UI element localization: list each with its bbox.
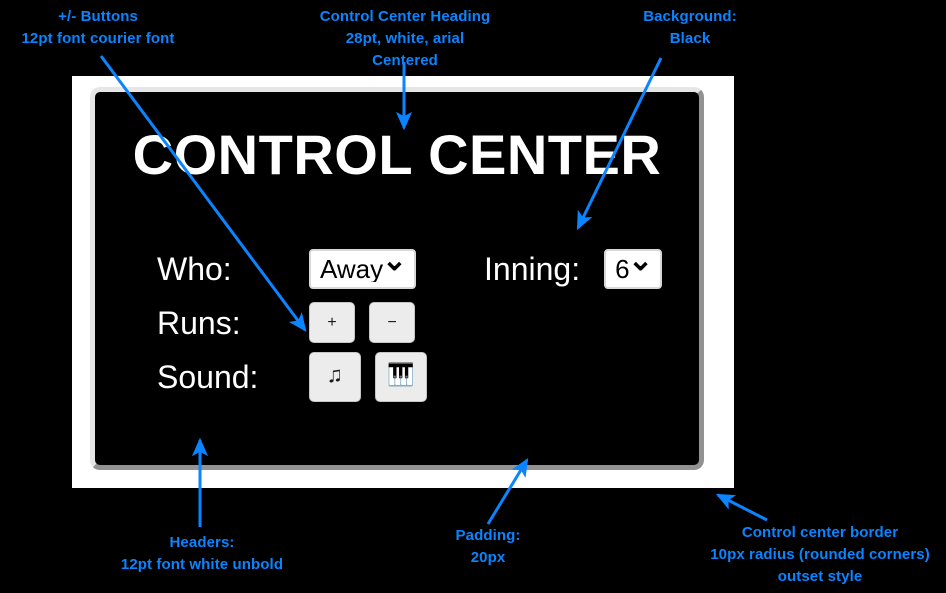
annotation-headers: Headers: 12pt font white unbold (120, 534, 284, 573)
inning-select[interactable]: 6 (604, 248, 663, 289)
annotation-padding: Padding: 20px (455, 527, 521, 566)
label-runs: Runs: (157, 304, 241, 341)
row-sound: Sound: ♫ 🎹 (157, 351, 679, 403)
who-select[interactable]: Away (309, 248, 416, 289)
row-who: Who: Away ⌄ Inning: 6 ⌄ (157, 243, 679, 295)
screenshot-root: CONTROL CENTER Who: Away ⌄ Inning: 6 ⌄ R… (0, 0, 946, 593)
label-inning: Inning: (484, 250, 581, 287)
who-select-wrap[interactable]: Away ⌄ (309, 245, 416, 289)
row-runs: Runs: + − (157, 297, 679, 349)
minus-button[interactable]: − (369, 302, 415, 344)
control-center-panel: CONTROL CENTER Who: Away ⌄ Inning: 6 ⌄ R… (90, 87, 704, 470)
music-note-icon: ♫ (328, 363, 342, 389)
organ-sound-button[interactable]: 🎹 (375, 351, 427, 402)
page-title: CONTROL CENTER (132, 123, 662, 186)
control-center-body: Who: Away ⌄ Inning: 6 ⌄ Runs: + − Sound:… (115, 243, 679, 403)
annotation-background: Background: Black (643, 8, 737, 47)
piano-keyboard-icon: 🎹 (387, 363, 415, 389)
annotation-border: Control center border 10px radius (round… (710, 524, 930, 585)
annotation-heading: Control Center Heading 28pt, white, aria… (319, 8, 491, 69)
arrow-border (715, 493, 768, 522)
inning-select-wrap[interactable]: 6 ⌄ (604, 245, 663, 289)
music-sound-button[interactable]: ♫ (309, 351, 361, 402)
annotation-plus-minus: +/- Buttons 12pt font courier font (21, 8, 175, 47)
plus-button[interactable]: + (309, 302, 355, 344)
label-sound: Sound: (157, 358, 259, 395)
label-who: Who: (157, 250, 232, 287)
